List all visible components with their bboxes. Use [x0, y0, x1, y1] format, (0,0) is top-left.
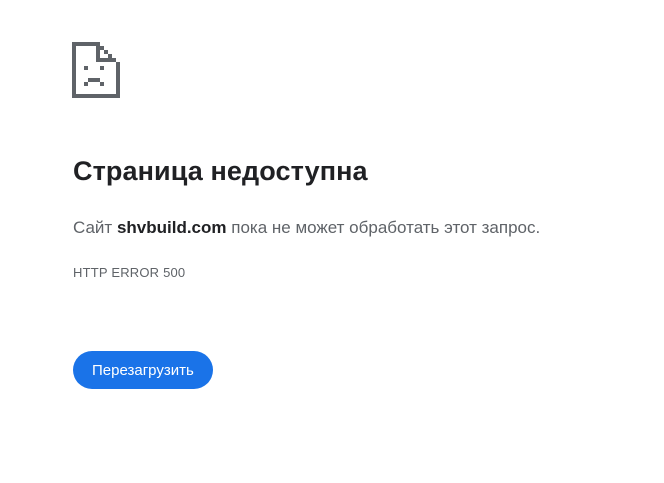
message-suffix: пока не может обработать этот запрос. — [226, 218, 541, 237]
error-message: Сайт shvbuild.com пока не может обработа… — [73, 218, 540, 238]
page-title: Страница недоступна — [73, 156, 368, 186]
sad-page-icon — [72, 42, 120, 98]
error-code: HTTP ERROR 500 — [73, 265, 186, 280]
domain-name: shvbuild.com — [116, 218, 227, 237]
reload-button[interactable]: Перезагрузить — [73, 351, 213, 389]
message-prefix: Сайт — [73, 218, 117, 237]
